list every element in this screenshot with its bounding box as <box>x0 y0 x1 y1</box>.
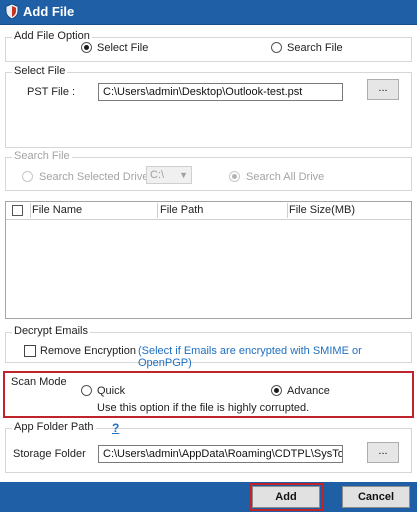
app-folder-label: App Folder Path <box>12 421 96 433</box>
search-file-radio-label: Search File <box>287 42 343 54</box>
column-separator <box>287 203 288 218</box>
add-file-option-group: Add File Option <box>5 30 412 62</box>
column-separator <box>30 203 31 218</box>
advance-scan-note: Use this option if the file is highly co… <box>97 402 310 414</box>
search-all-drive-radio[interactable] <box>229 171 240 182</box>
storage-browse-button[interactable]: ... <box>367 442 399 463</box>
quick-scan-radio[interactable] <box>81 385 92 396</box>
add-file-dialog: Add File Add File Option Select File Sea… <box>0 0 417 512</box>
cancel-button[interactable]: Cancel <box>342 486 410 508</box>
add-button-highlight <box>249 483 323 511</box>
remove-encryption-checkbox[interactable] <box>24 345 36 357</box>
remove-encryption-label: Remove Encryption <box>40 345 136 357</box>
add-file-option-label: Add File Option <box>12 30 92 42</box>
column-file-path[interactable]: File Path <box>160 204 203 216</box>
quick-scan-label: Quick <box>97 385 126 397</box>
file-table-header: File Name File Path File Size(MB) <box>6 202 411 220</box>
select-file-label: Select File <box>12 65 68 77</box>
search-file-radio[interactable] <box>271 42 282 53</box>
select-file-radio-label: Select File <box>97 42 149 54</box>
advance-scan-label: Advance <box>287 385 330 397</box>
pst-file-label: PST File : <box>27 86 76 98</box>
search-file-label: Search File <box>12 150 72 162</box>
column-file-name[interactable]: File Name <box>32 204 82 216</box>
search-all-drive-label: Search All Drive <box>246 171 325 183</box>
column-file-size[interactable]: File Size(MB) <box>289 204 355 216</box>
window-title: Add File <box>23 4 75 19</box>
column-separator <box>157 203 158 218</box>
pst-browse-button[interactable]: ... <box>367 79 399 100</box>
title-bar: Add File <box>0 0 417 25</box>
chevron-down-icon: ▼ <box>179 170 188 180</box>
storage-folder-label: Storage Folder <box>13 448 86 460</box>
decrypt-emails-label: Decrypt Emails <box>12 325 90 337</box>
pst-file-path-input[interactable]: C:\Users\admin\Desktop\Outlook-test.pst <box>98 83 343 101</box>
file-list-table[interactable]: File Name File Path File Size(MB) <box>5 201 412 319</box>
encryption-hint: (Select if Emails are encrypted with SMI… <box>138 345 362 369</box>
select-all-checkbox[interactable] <box>12 205 23 216</box>
scan-mode-label: Scan Mode <box>11 376 67 388</box>
drive-select[interactable]: C:\ ▼ <box>146 166 192 184</box>
search-selected-drive-radio[interactable] <box>22 171 33 182</box>
help-question-link[interactable]: ? <box>112 421 119 435</box>
select-file-radio[interactable] <box>81 42 92 53</box>
app-shield-icon <box>5 4 19 19</box>
advance-scan-radio[interactable] <box>271 385 282 396</box>
drive-select-value: C:\ <box>150 169 165 181</box>
storage-folder-input[interactable]: C:\Users\admin\AppData\Roaming\CDTPL\Sys… <box>98 445 343 463</box>
search-selected-drive-label: Search Selected Drive <box>39 171 149 183</box>
